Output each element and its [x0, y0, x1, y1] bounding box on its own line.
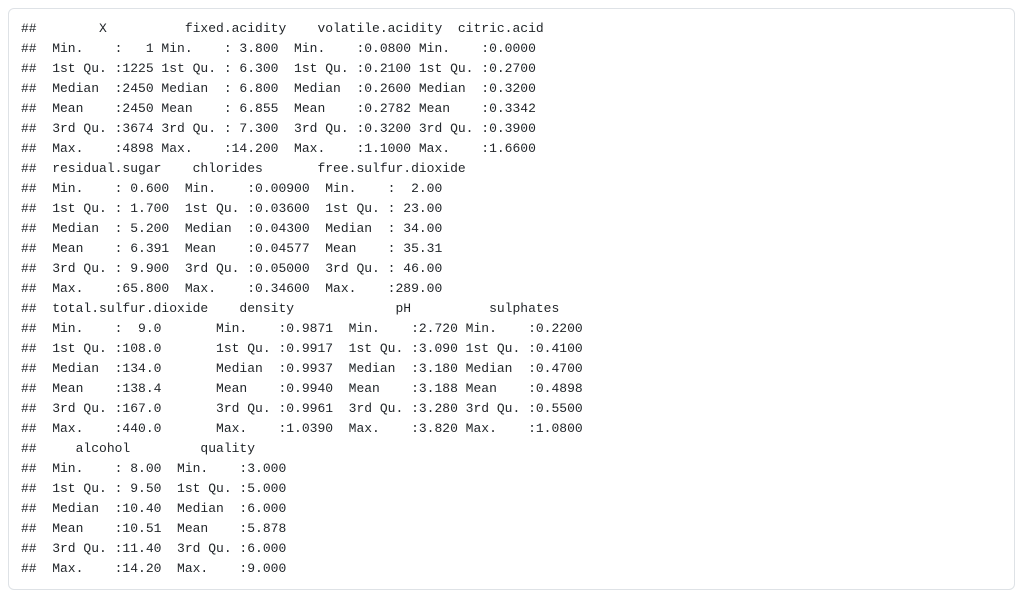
summary-output-block: ## X fixed.acidity volatile.acidity citr…: [8, 8, 1015, 590]
summary-output-text: ## X fixed.acidity volatile.acidity citr…: [21, 19, 1002, 579]
